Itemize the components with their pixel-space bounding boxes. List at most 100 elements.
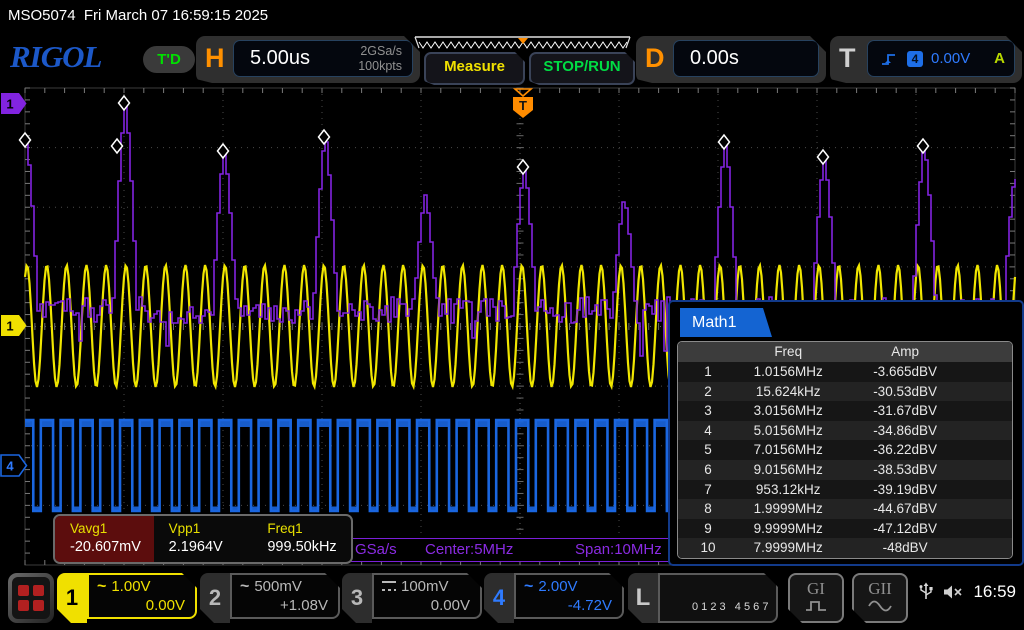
math1-results-panel: Math1 Freq Amp 11.0156MHz-3.665dBV215.62… [668, 300, 1024, 566]
oscilloscope-screen: MSO5074 Fri March 07 16:59:15 2025 RIGOL… [0, 0, 1024, 630]
channel-scale: 1.00V [111, 578, 150, 595]
channel-number: 3 [342, 573, 372, 623]
menu-grid-icon [12, 577, 50, 619]
measurement-value: 999.50kHz [267, 539, 351, 555]
peak-frequency: 9.9999MHz [738, 519, 838, 539]
channel-scale: 100mV [401, 578, 449, 595]
fft-peak-marker [218, 144, 229, 158]
peak-amplitude: -48dBV [838, 538, 972, 558]
fft-peak-marker [20, 133, 31, 147]
table-row: 7953.12kHz-39.19dBV [678, 480, 1012, 500]
peak-index: 9 [678, 519, 738, 539]
measurement-item-freq1[interactable]: Freq1999.50kHz [252, 516, 351, 562]
ac-coupling-icon: ~ [97, 582, 106, 592]
measurement-value: 2.1964V [169, 539, 253, 555]
channel-3-button[interactable]: 3 100mV 0.00V [342, 573, 482, 623]
measurement-value: -20.607mV [70, 539, 154, 555]
channel-readout: ~500mV +1.08V [230, 573, 340, 619]
table-body: 11.0156MHz-3.665dBV215.624kHz-30.53dBV33… [678, 362, 1012, 558]
measurement-results-overlay: Vavg1-20.607mVVpp12.1964VFreq1999.50kHz [53, 514, 353, 564]
svg-text:1: 1 [6, 97, 13, 112]
generator1-button[interactable]: GI [788, 573, 844, 623]
table-row: 99.9999MHz-47.12dBV [678, 519, 1012, 539]
table-row: 107.9999MHz-48dBV [678, 538, 1012, 558]
math1-tab[interactable]: Math1 [680, 308, 772, 337]
digital-channels-button[interactable]: L 0 1 2 3 4 5 6 7 8 9 10 11 12 13 14 15 [628, 573, 778, 623]
fft-peak-marker [818, 150, 829, 164]
speaker-muted-icon[interactable] [943, 584, 963, 600]
peak-index: 4 [678, 421, 738, 441]
usb-icon [919, 582, 933, 602]
table-row: 215.624kHz-30.53dBV [678, 382, 1012, 402]
peak-frequency: 1.9999MHz [738, 499, 838, 519]
peak-index: 1 [678, 362, 738, 382]
math1-peak-table: Freq Amp 11.0156MHz-3.665dBV215.624kHz-3… [677, 341, 1013, 559]
digital-label: L [628, 573, 658, 623]
channel-1-button[interactable]: 1 ~1.00V 0.00V [57, 573, 197, 623]
menu-button[interactable] [8, 573, 54, 623]
generator2-label: GII [854, 579, 906, 599]
peak-index: 7 [678, 480, 738, 500]
peak-amplitude: -31.67dBV [838, 401, 972, 421]
peak-index: 3 [678, 401, 738, 421]
channel-scale: 500mV [254, 578, 302, 595]
generator1-label: GI [790, 579, 842, 599]
channel-offset: -4.72V [524, 597, 612, 614]
svg-text:T: T [519, 98, 527, 113]
table-row: 45.0156MHz-34.86dBV [678, 421, 1012, 441]
peak-frequency: 7.0156MHz [738, 440, 838, 460]
channel-offset: +1.08V [240, 597, 328, 614]
peak-amplitude: -30.53dBV [838, 382, 972, 402]
channel-scale: 2.00V [538, 578, 577, 595]
peak-frequency: 953.12kHz [738, 480, 838, 500]
ch1-reference-tag[interactable]: 1 [1, 315, 27, 336]
peak-index: 2 [678, 382, 738, 402]
channel-status-bar: 1 ~1.00V 0.00V 2 ~500mV +1.08V 3 100mV 0.00V 4 ~2.… [0, 570, 1024, 630]
channel-offset: 0.00V [382, 597, 470, 614]
channel-readout: ~1.00V 0.00V [87, 573, 197, 619]
table-row: 11.0156MHz-3.665dBV [678, 362, 1012, 382]
fft-sample-rate-partial: GSa/s [355, 539, 397, 561]
clock: 16:59 [973, 582, 1016, 602]
peak-frequency: 15.624kHz [738, 382, 838, 402]
fft-peak-marker [918, 139, 929, 153]
fft-peak-marker [719, 135, 730, 149]
peak-amplitude: -39.19dBV [838, 480, 972, 500]
peak-index: 8 [678, 499, 738, 519]
math1-reference-tag[interactable]: 1 [1, 93, 27, 114]
peak-frequency: 3.0156MHz [738, 401, 838, 421]
table-row: 33.0156MHz-31.67dBV [678, 401, 1012, 421]
digital-channel-list: 0 1 2 3 4 5 6 7 8 9 10 11 12 13 14 15 [658, 573, 778, 623]
peak-amplitude: -34.86dBV [838, 421, 972, 441]
peak-index: 10 [678, 538, 738, 558]
svg-text:4: 4 [6, 459, 14, 474]
measurement-item-vavg1[interactable]: Vavg1-20.607mV [55, 516, 154, 562]
measurement-item-vpp1[interactable]: Vpp12.1964V [154, 516, 253, 562]
fft-peak-marker [119, 96, 130, 110]
table-row: 69.0156MHz-38.53dBV [678, 460, 1012, 480]
channel-number: 4 [484, 573, 514, 623]
column-header-freq: Freq [738, 342, 838, 362]
ac-coupling-icon: ~ [524, 582, 533, 592]
channel-2-button[interactable]: 2 ~500mV +1.08V [200, 573, 340, 623]
peak-frequency: 1.0156MHz [738, 362, 838, 382]
channel-number: 1 [57, 573, 87, 623]
sine-wave-icon [868, 600, 892, 612]
peak-amplitude: -38.53dBV [838, 460, 972, 480]
peak-amplitude: -44.67dBV [838, 499, 972, 519]
ac-coupling-icon: ~ [240, 582, 249, 592]
ch4-reference-tag[interactable]: 4 [1, 455, 27, 476]
table-header-row: Freq Amp [678, 342, 1012, 362]
peak-frequency: 5.0156MHz [738, 421, 838, 441]
peak-amplitude: -36.22dBV [838, 440, 972, 460]
channel-4-button[interactable]: 4 ~2.00V -4.72V [484, 573, 624, 623]
peak-frequency: 9.0156MHz [738, 460, 838, 480]
peak-frequency: 7.9999MHz [738, 538, 838, 558]
channel-readout: 100mV 0.00V [372, 573, 482, 619]
digital-row-1: 0 1 2 3 4 5 6 7 [692, 601, 768, 613]
channel-offset: 0.00V [97, 597, 185, 614]
generator2-button[interactable]: GII [852, 573, 908, 623]
square-wave-icon [805, 600, 827, 612]
dc-coupling-icon [382, 581, 396, 592]
channel-number: 2 [200, 573, 230, 623]
